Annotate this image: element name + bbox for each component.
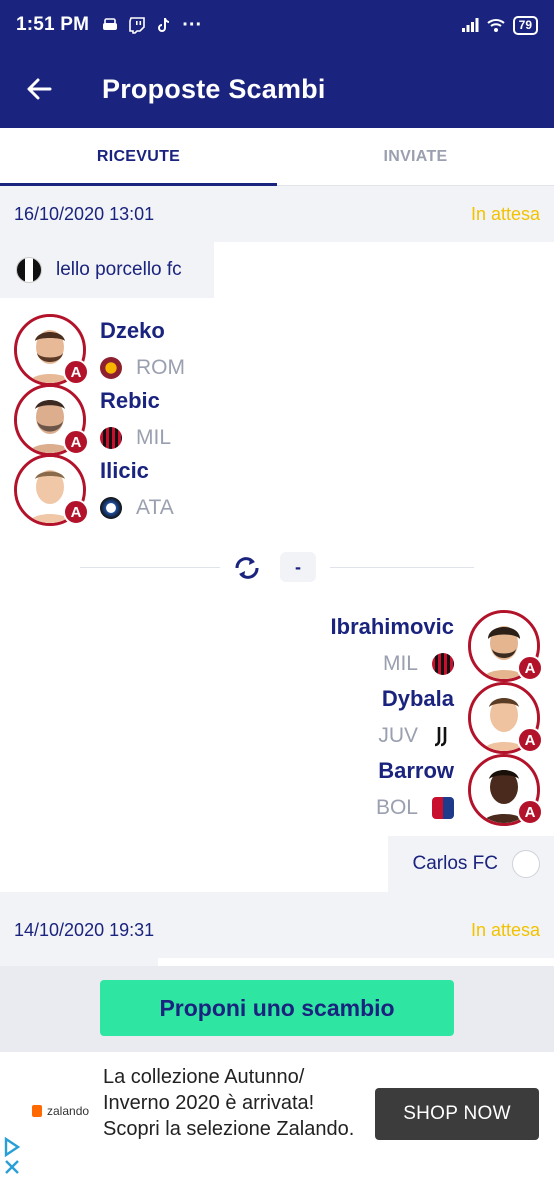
role-badge: A bbox=[63, 429, 89, 455]
tiktok-icon bbox=[158, 17, 170, 32]
role-badge: A bbox=[517, 799, 543, 825]
milan-club-icon bbox=[432, 653, 454, 675]
player-club: BOL bbox=[376, 796, 454, 820]
player-club: MIL bbox=[100, 426, 171, 450]
player-club: ATA bbox=[100, 496, 174, 520]
system-nav-bar bbox=[0, 1178, 554, 1200]
player-club: JUV bbox=[378, 724, 454, 748]
proposer-team-name: lello porcello fc bbox=[56, 259, 182, 280]
offered-player[interactable]: A Ilicic ATA bbox=[14, 454, 264, 526]
player-club: MIL bbox=[383, 652, 454, 676]
divider-line bbox=[80, 567, 220, 568]
swap-arrows-icon bbox=[232, 554, 262, 582]
ad-brand-name: zalando bbox=[47, 1104, 90, 1118]
role-badge: A bbox=[517, 727, 543, 753]
player-club: ROM bbox=[100, 356, 185, 380]
offered-player[interactable]: A Dzeko ROM bbox=[14, 314, 264, 386]
club-code: ATA bbox=[136, 496, 174, 519]
team-logo-placeholder-icon bbox=[512, 850, 540, 878]
player-name: Rebic bbox=[100, 388, 160, 413]
app-bar: Proposte Scambi bbox=[0, 50, 554, 128]
juventus-club-icon bbox=[434, 727, 447, 747]
requested-player[interactable]: A Ibrahimovic MIL bbox=[240, 610, 543, 682]
receiver-team-name: Carlos FC bbox=[412, 853, 498, 874]
player-avatar: A bbox=[468, 610, 543, 682]
tab-bar: RICEVUTE INVIATE bbox=[0, 128, 554, 186]
player-avatar: A bbox=[468, 682, 543, 754]
ad-choices-icon[interactable] bbox=[2, 1136, 24, 1176]
player-name: Ibrahimovic bbox=[330, 614, 454, 639]
more-notifications-icon: ··· bbox=[182, 13, 203, 36]
ad-brand: zalando bbox=[32, 1104, 89, 1118]
tab-ricevute[interactable]: RICEVUTE bbox=[0, 128, 277, 186]
roma-club-icon bbox=[100, 357, 122, 379]
milan-club-icon bbox=[100, 427, 122, 449]
arrow-left-icon bbox=[27, 78, 52, 100]
bologna-club-icon bbox=[432, 797, 454, 819]
proposer-team: lello porcello fc bbox=[0, 242, 214, 298]
propose-trade-button[interactable]: Proponi uno scambio bbox=[100, 980, 454, 1036]
player-name: Dzeko bbox=[100, 318, 165, 343]
divider-line bbox=[330, 567, 474, 568]
signal-icon bbox=[461, 18, 479, 32]
club-code: JUV bbox=[378, 724, 418, 747]
player-name: Dybala bbox=[381, 686, 454, 711]
club-code: BOL bbox=[375, 796, 418, 819]
role-badge: A bbox=[517, 655, 543, 681]
ad-text: La collezione Autunno/ Inverno 2020 è ar… bbox=[103, 1066, 355, 1140]
twitch-icon bbox=[129, 17, 146, 34]
club-code: MIL bbox=[136, 426, 172, 449]
receiver-team: Carlos FC bbox=[388, 836, 554, 892]
shop-now-button[interactable]: SHOP NOW bbox=[375, 1088, 539, 1140]
requested-player[interactable]: A Dybala JUV bbox=[240, 682, 543, 754]
juventus-team-logo-icon bbox=[16, 257, 42, 283]
player-avatar: A bbox=[14, 384, 89, 456]
bottom-action-bar: Proponi uno scambio bbox=[0, 966, 554, 1052]
notification-icons: ··· bbox=[101, 14, 202, 37]
requested-player[interactable]: A Barrow BOL bbox=[240, 754, 543, 826]
atalanta-club-icon bbox=[100, 497, 122, 519]
trade-status: In attesa bbox=[470, 203, 540, 224]
swap-divider: - bbox=[80, 550, 474, 586]
club-code: ROM bbox=[136, 356, 185, 379]
ad-banner[interactable]: zalando La collezione Autunno/ Inverno 2… bbox=[0, 1052, 554, 1178]
role-badge: A bbox=[63, 499, 89, 525]
offered-player[interactable]: A Rebic MIL bbox=[14, 384, 264, 456]
player-avatar: A bbox=[468, 754, 543, 826]
status-bar: 1:51 PM ··· 79 bbox=[0, 0, 554, 50]
trade-status: In attesa bbox=[470, 919, 540, 940]
trade-datetime: 16/10/2020 13:01 bbox=[14, 203, 155, 224]
zalando-logo-icon bbox=[32, 1105, 42, 1117]
tab-inviate[interactable]: INVIATE bbox=[277, 128, 554, 185]
battery-icon: 79 bbox=[512, 15, 538, 35]
page-title: Proposte Scambi bbox=[102, 73, 326, 104]
club-code: MIL bbox=[382, 652, 418, 675]
player-avatar: A bbox=[14, 314, 89, 386]
wifi-icon bbox=[486, 19, 505, 32]
player-name: Barrow bbox=[378, 758, 454, 783]
car-icon bbox=[103, 18, 118, 30]
credits-badge: - bbox=[280, 552, 316, 582]
trade-card[interactable]: lello porcello fc A Dzeko ROM A Rebic MI… bbox=[0, 242, 554, 892]
player-avatar: A bbox=[14, 454, 89, 526]
trade-header: 16/10/2020 13:01 In attesa bbox=[0, 186, 554, 242]
player-name: Ilicic bbox=[100, 458, 149, 483]
back-button[interactable] bbox=[0, 50, 78, 128]
role-badge: A bbox=[63, 359, 89, 385]
trade-header: 14/10/2020 19:31 In attesa bbox=[0, 902, 554, 958]
trade-datetime: 14/10/2020 19:31 bbox=[14, 919, 155, 940]
status-time: 1:51 PM bbox=[16, 14, 90, 35]
